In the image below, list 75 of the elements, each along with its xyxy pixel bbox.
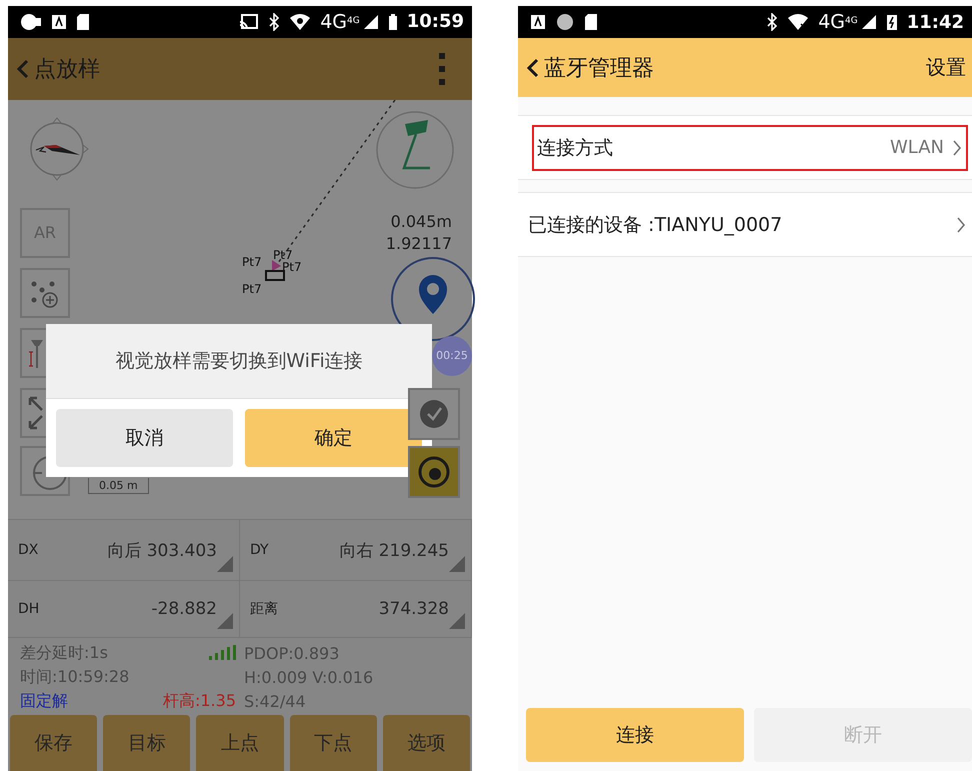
circle-icon [555, 13, 575, 31]
sd-card-icon [584, 13, 598, 31]
battery-icon [388, 12, 398, 31]
action-button[interactable]: 保存 [10, 715, 98, 771]
clock: 10:59 [406, 11, 464, 32]
scale-bar: 0.05 m [88, 478, 149, 494]
measurement-value: -28.882 [151, 598, 217, 619]
status-text: 时间:10:59:28 [20, 666, 130, 688]
row-value: WLAN [890, 137, 944, 158]
signal-icon [860, 14, 877, 30]
corner-icon [449, 556, 465, 572]
cast-icon [239, 12, 260, 31]
measurement-value: 向后 303.403 [107, 540, 217, 562]
measurement-cell[interactable]: DY 向右 219.245 [240, 520, 472, 581]
network-type: 4G [320, 10, 347, 33]
add-point-button[interactable] [20, 268, 70, 318]
wifi-icon [289, 12, 312, 31]
connect-button[interactable]: 连接 [526, 708, 744, 762]
status-text: H:0.009 V:0.016 [244, 668, 374, 687]
status-text: PDOP:0.893 [244, 644, 340, 663]
offset-reading: 0.045m [390, 212, 452, 231]
corner-icon [217, 556, 233, 572]
point-label: Pt7 [242, 282, 262, 296]
chevron-right-icon [952, 138, 962, 156]
status-text: 固定解 [20, 690, 68, 712]
lens-icon [416, 454, 452, 490]
keyboard-icon [530, 13, 546, 31]
network-label: 4G [347, 16, 360, 26]
point-label: Pt7 [242, 254, 262, 269]
chevron-right-icon [956, 216, 966, 234]
action-button[interactable]: 上点 [196, 715, 284, 771]
status-text: 差分延时:1s [20, 642, 108, 664]
row-label: 已连接的设备 :TIANYU_0007 [528, 212, 782, 238]
measurement-label: DX [18, 542, 38, 558]
wifi-icon [787, 13, 810, 31]
network-label: 4G [845, 16, 858, 26]
network-type: 4G [818, 11, 845, 33]
keyboard-icon [51, 12, 67, 31]
sd-card-icon [76, 12, 90, 31]
timer-badge[interactable]: 00:25 [432, 336, 472, 376]
row-label: 连接方式 [537, 136, 613, 160]
measurement-label: DY [250, 542, 269, 558]
dialog-message: 视觉放样需要切换到WiFi连接 [46, 324, 432, 399]
corner-icon [217, 613, 233, 630]
measurement-label: 距离 [250, 600, 278, 618]
measurement-value: 374.328 [378, 598, 449, 619]
signal-icon [362, 14, 379, 30]
action-button[interactable]: 目标 [103, 715, 190, 771]
bearing-reading: 1.92117 [386, 234, 452, 253]
confirm-button[interactable]: 确定 [245, 408, 422, 467]
camera-button[interactable] [408, 446, 460, 498]
action-button[interactable]: 下点 [290, 715, 377, 771]
cancel-button[interactable]: 取消 [56, 408, 233, 467]
settings-row[interactable]: 连接方式 WLAN [532, 124, 968, 170]
corner-icon [449, 613, 465, 630]
settings-link[interactable]: 设置 [926, 54, 966, 81]
measurement-value: 向右 219.245 [339, 540, 449, 562]
signal-bars-icon [208, 645, 236, 662]
point-label: Pt7 [282, 260, 302, 274]
status-text: S:42/44 [244, 692, 307, 711]
check-button[interactable] [408, 388, 460, 440]
action-button[interactable]: 选项 [382, 715, 470, 771]
more-menu-icon[interactable] [438, 52, 446, 86]
screen-title: 点放样 [34, 56, 100, 84]
bluetooth-icon [268, 12, 280, 31]
battery-charging-icon [886, 13, 898, 31]
clock: 11:42 [906, 12, 964, 32]
back-icon[interactable] [526, 56, 540, 78]
point-label: Pt7 [273, 248, 293, 262]
screen-title: 蓝牙管理器 [544, 54, 654, 82]
measurement-label: DH [18, 600, 40, 617]
measurement-cell[interactable]: DX 向后 303.403 [8, 520, 240, 581]
arrows-icon [28, 396, 44, 430]
status-text: 杆高:1.35 [162, 690, 236, 712]
bluetooth-icon [766, 13, 778, 31]
